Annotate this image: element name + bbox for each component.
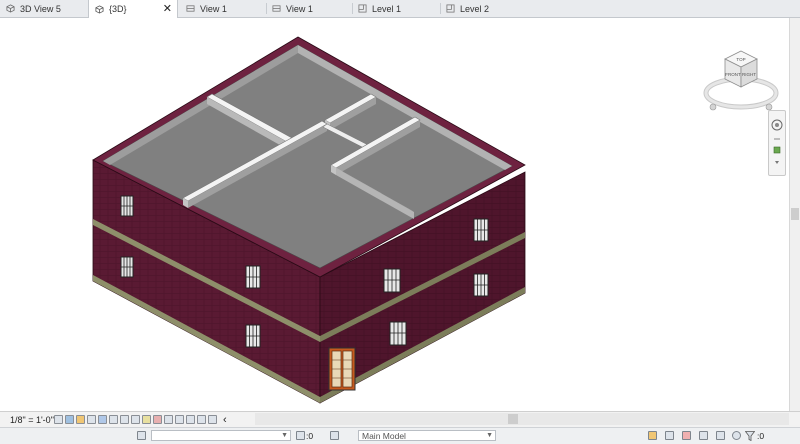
floor-plan-icon — [358, 4, 367, 13]
tab-3d[interactable]: {3D} ✕ — [88, 0, 178, 18]
floor-plan-icon — [446, 4, 455, 13]
chevron-down-icon: ▼ — [281, 432, 288, 439]
tab-label: Level 2 — [460, 3, 490, 14]
temporary-hide-icon[interactable] — [142, 415, 151, 424]
sun-path-icon[interactable] — [76, 415, 85, 424]
filter-icon[interactable] — [745, 431, 755, 441]
home-icon[interactable] — [709, 103, 717, 111]
tab-label: {3D} — [109, 4, 127, 14]
workset-dropdown[interactable]: ▼ — [151, 430, 291, 441]
show-crop-region-icon[interactable] — [120, 415, 129, 424]
select-pinned-icon[interactable] — [682, 431, 691, 440]
window[interactable] — [389, 321, 407, 346]
tab-3d-view-5[interactable]: 3D View 5 — [0, 0, 88, 17]
tab-view-1[interactable]: View 1 — [180, 0, 266, 17]
temporary-view-properties-icon[interactable] — [208, 415, 217, 424]
3d-viewport[interactable]: TOP FRONT RIGHT — [0, 18, 789, 411]
chevron-down-icon[interactable] — [775, 161, 779, 164]
view-control-bar: 1/8" = 1'-0" ‹ — [0, 411, 800, 427]
editable-only-icon[interactable] — [296, 431, 305, 440]
reveal-constraints-icon[interactable] — [197, 415, 206, 424]
section-view-icon — [186, 5, 195, 12]
vertical-scrollbar[interactable] — [789, 18, 800, 411]
window[interactable] — [383, 268, 401, 293]
render-icon[interactable] — [98, 415, 107, 424]
window[interactable] — [120, 195, 134, 217]
editable-count: :0 — [306, 431, 314, 441]
tab-label: Level 1 — [372, 3, 402, 14]
select-underlay-icon[interactable] — [665, 431, 674, 440]
scrollbar-thumb[interactable] — [791, 208, 799, 220]
window[interactable] — [473, 218, 489, 242]
building-model[interactable] — [0, 18, 789, 411]
select-links-icon[interactable] — [648, 431, 657, 440]
worksharing-display-icon[interactable] — [164, 415, 173, 424]
tab-level-2[interactable]: Level 2 — [440, 0, 528, 17]
navigation-bar[interactable] — [768, 110, 786, 176]
collapse-arrow-icon[interactable]: ‹ — [223, 414, 227, 426]
drag-elements-icon[interactable] — [716, 431, 725, 440]
window[interactable] — [120, 256, 134, 278]
visual-style-icon[interactable] — [65, 415, 74, 424]
view-scale[interactable]: 1/8" = 1'-0" — [10, 415, 54, 425]
tab-label: View 1 — [286, 3, 313, 14]
tab-level-1[interactable]: Level 1 — [352, 0, 440, 17]
3d-view-icon — [95, 4, 104, 14]
close-icon[interactable]: ✕ — [163, 2, 172, 15]
window[interactable] — [245, 324, 261, 348]
tab-label: View 1 — [200, 3, 227, 14]
view-tab-bar: 3D View 5 {3D} ✕ View 1 View 1 Level 1 L… — [0, 0, 800, 18]
viewcube-front-label: FRONT — [725, 72, 741, 77]
viewcube-right-label: RIGHT — [742, 72, 756, 77]
reveal-hidden-icon[interactable] — [153, 415, 162, 424]
viewcube[interactable]: TOP FRONT RIGHT — [701, 45, 781, 115]
model-value: Main Model — [362, 431, 406, 441]
crop-view-icon[interactable] — [109, 415, 118, 424]
window[interactable] — [473, 273, 489, 297]
tab-label: 3D View 5 — [20, 3, 61, 14]
window[interactable] — [245, 265, 261, 289]
highlight-displacement-icon[interactable] — [186, 415, 195, 424]
lock-3d-view-icon[interactable] — [131, 415, 140, 424]
horizontal-scrollbar[interactable] — [255, 413, 789, 425]
section-view-icon — [272, 5, 281, 12]
status-bar: ▼ :0 Main Model ▼ :0 — [0, 427, 800, 444]
background-processes-icon[interactable] — [732, 431, 741, 440]
chevron-down-icon: ▼ — [486, 432, 493, 439]
zoom-icon[interactable] — [773, 146, 781, 154]
analytical-model-icon[interactable] — [175, 415, 184, 424]
entrance-door[interactable] — [328, 347, 356, 391]
select-by-face-icon[interactable] — [699, 431, 708, 440]
editing-requests-icon[interactable] — [330, 431, 339, 440]
scrollbar-thumb[interactable] — [508, 414, 518, 424]
tab-view-1[interactable]: View 1 — [266, 0, 352, 17]
filter-count: :0 — [757, 431, 765, 441]
shadows-icon[interactable] — [87, 415, 96, 424]
worksets-icon[interactable] — [137, 431, 146, 440]
3d-view-icon — [6, 4, 15, 13]
viewcube-top-label: TOP — [736, 57, 745, 62]
detail-level-icon[interactable] — [54, 415, 63, 424]
design-option-dropdown[interactable]: Main Model ▼ — [358, 430, 496, 441]
